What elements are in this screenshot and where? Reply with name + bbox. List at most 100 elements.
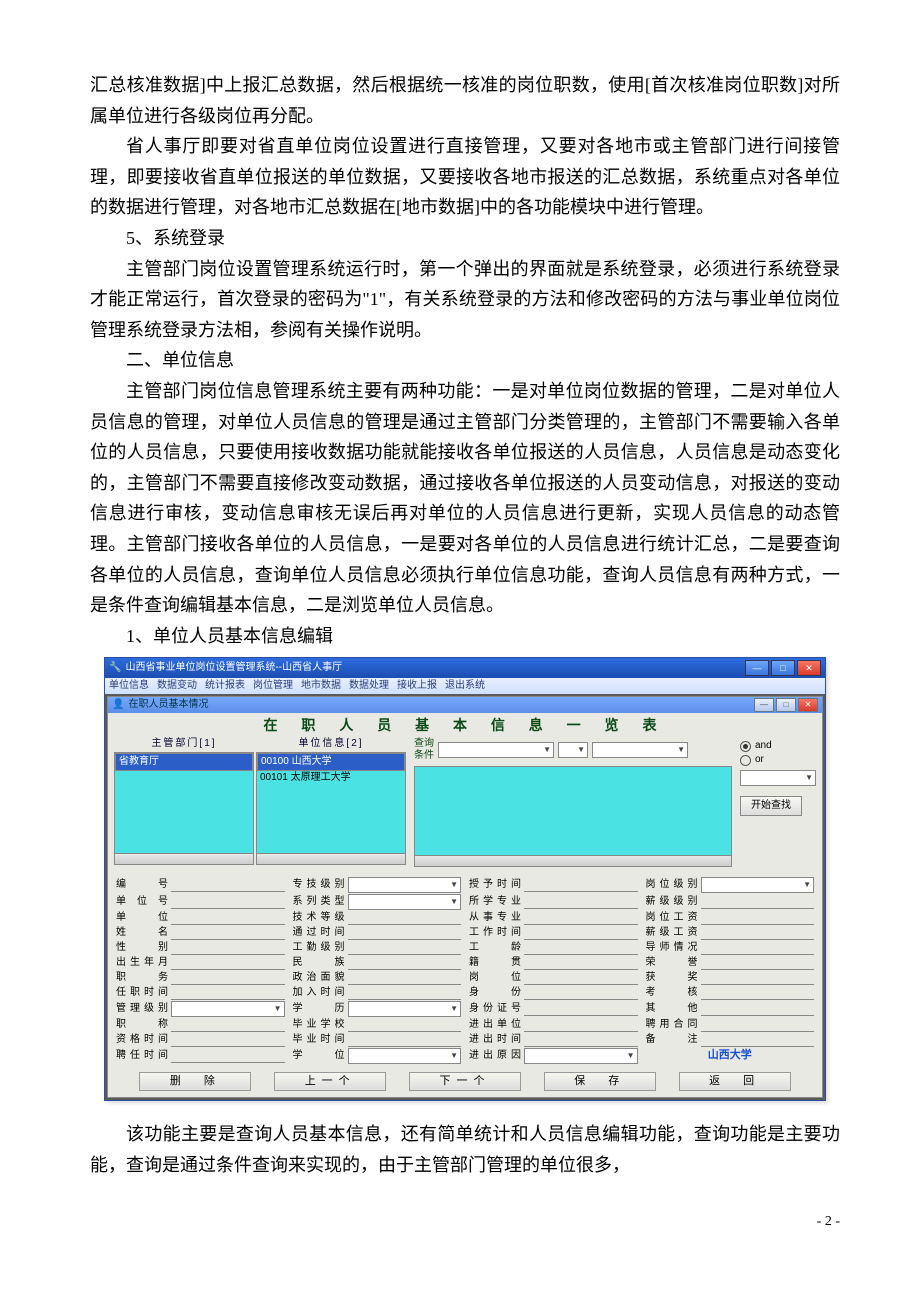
field-native[interactable] bbox=[524, 956, 638, 970]
lbl: 学 位 bbox=[293, 1050, 345, 1062]
combo-techlevel[interactable]: ▼ bbox=[348, 877, 462, 893]
child-maximize-button[interactable]: □ bbox=[776, 698, 796, 712]
field-inouttime[interactable] bbox=[524, 1033, 638, 1047]
lbl: 工 龄 bbox=[469, 942, 521, 954]
unit-listbox[interactable]: 00100 山西大学 00101 太原理工大学 bbox=[256, 752, 406, 854]
field-other[interactable] bbox=[701, 1002, 815, 1016]
field-qualifytime[interactable] bbox=[171, 1033, 285, 1047]
radio-and[interactable] bbox=[740, 741, 751, 752]
search-button[interactable]: 开始查找 bbox=[740, 796, 802, 816]
field-post[interactable] bbox=[524, 971, 638, 985]
form-zone: 编 号 专技级别▼ 授予时间 岗位级别▼ 单 位 号 系列类型▼ 所学专业 薪级… bbox=[108, 871, 822, 1068]
lbl: 工作时间 bbox=[469, 927, 521, 939]
query-field-select[interactable]: ▼ bbox=[438, 742, 554, 758]
field-dutytime[interactable] bbox=[171, 986, 285, 1000]
dept-item[interactable]: 省教育厅 bbox=[115, 753, 253, 771]
lbl: 身 份 bbox=[469, 987, 521, 999]
menu-unitinfo[interactable]: 单位信息 bbox=[109, 680, 149, 692]
prev-button[interactable]: 上一个 bbox=[274, 1072, 386, 1091]
extra-select[interactable]: ▼ bbox=[740, 770, 816, 786]
menu-dataproc[interactable]: 数据处理 bbox=[349, 680, 389, 692]
unit-item[interactable]: 00101 太原理工大学 bbox=[257, 771, 405, 785]
field-tutor[interactable] bbox=[701, 941, 815, 955]
titlebar[interactable]: 🔧 山西省事业单位岗位设置管理系统--山西省人事厅 ― □ ✕ bbox=[105, 658, 825, 678]
combo-edu[interactable]: ▼ bbox=[348, 1001, 462, 1017]
field-passtime[interactable] bbox=[348, 926, 462, 940]
field-gradschool[interactable] bbox=[348, 1018, 462, 1032]
field-id[interactable] bbox=[171, 878, 285, 892]
delete-button[interactable]: 删 除 bbox=[139, 1072, 251, 1091]
field-hiretime[interactable] bbox=[171, 1049, 285, 1063]
field-techgrade[interactable] bbox=[348, 911, 462, 925]
lbl: 性 别 bbox=[116, 942, 168, 954]
combo-degree[interactable]: ▼ bbox=[348, 1048, 462, 1064]
field-name[interactable] bbox=[171, 926, 285, 940]
result-listbox[interactable] bbox=[414, 766, 732, 856]
lbl: 薪级工资 bbox=[646, 927, 698, 939]
dept-listbox[interactable]: 省教育厅 bbox=[114, 752, 254, 854]
menu-receive[interactable]: 接收上报 bbox=[397, 680, 437, 692]
field-workerlevel[interactable] bbox=[348, 941, 462, 955]
field-jointime[interactable] bbox=[348, 986, 462, 1000]
lbl: 编 号 bbox=[116, 879, 168, 891]
query-value-select[interactable]: ▼ bbox=[592, 742, 688, 758]
menu-post[interactable]: 岗位管理 bbox=[253, 680, 293, 692]
lbl: 进出时间 bbox=[469, 1034, 521, 1046]
field-birth[interactable] bbox=[171, 956, 285, 970]
lbl: 其 他 bbox=[646, 1003, 698, 1015]
field-granttime[interactable] bbox=[524, 878, 638, 892]
menu-report[interactable]: 统计报表 bbox=[205, 680, 245, 692]
lbl: 岗位级别 bbox=[646, 879, 698, 891]
field-politics[interactable] bbox=[348, 971, 462, 985]
lbl: 单 位 bbox=[116, 912, 168, 924]
field-nation[interactable] bbox=[348, 956, 462, 970]
lbl: 职 称 bbox=[116, 1019, 168, 1031]
field-major[interactable] bbox=[524, 895, 638, 909]
field-honor[interactable] bbox=[701, 956, 815, 970]
child-minimize-button[interactable]: ― bbox=[754, 698, 774, 712]
field-identity[interactable] bbox=[524, 986, 638, 1000]
field-contract[interactable] bbox=[701, 1018, 815, 1032]
menu-exit[interactable]: 退出系统 bbox=[445, 680, 485, 692]
close-button[interactable]: ✕ bbox=[797, 660, 821, 676]
field-worktime[interactable] bbox=[524, 926, 638, 940]
heading-1-editbasic: 1、单位人员基本信息编辑 bbox=[90, 621, 840, 652]
maximize-button[interactable]: □ bbox=[771, 660, 795, 676]
unit-scrollbar[interactable] bbox=[256, 854, 406, 865]
result-scrollbar-h[interactable] bbox=[414, 856, 732, 867]
field-unit[interactable] bbox=[171, 911, 285, 925]
field-remark[interactable] bbox=[701, 1033, 815, 1047]
field-levelsalary[interactable] bbox=[701, 926, 815, 940]
field-postsalary[interactable] bbox=[701, 911, 815, 925]
child-close-button[interactable]: ✕ bbox=[798, 698, 818, 712]
next-button[interactable]: 下一个 bbox=[409, 1072, 521, 1091]
lbl: 荣 誉 bbox=[646, 957, 698, 969]
lbl: 授予时间 bbox=[469, 879, 521, 891]
combo-seriestype[interactable]: ▼ bbox=[348, 894, 462, 910]
field-award[interactable] bbox=[701, 971, 815, 985]
field-sex[interactable] bbox=[171, 941, 285, 955]
field-paylevel[interactable] bbox=[701, 895, 815, 909]
menu-datachange[interactable]: 数据变动 bbox=[157, 680, 197, 692]
dept-scrollbar[interactable] bbox=[114, 854, 254, 865]
field-engagemajor[interactable] bbox=[524, 911, 638, 925]
radio-or[interactable] bbox=[740, 755, 751, 766]
field-title[interactable] bbox=[171, 1018, 285, 1032]
field-inoutunit[interactable] bbox=[524, 1018, 638, 1032]
unit-item[interactable]: 00100 山西大学 bbox=[257, 753, 405, 771]
menu-citydata[interactable]: 地市数据 bbox=[301, 680, 341, 692]
combo-inoutreason[interactable]: ▼ bbox=[524, 1048, 638, 1064]
field-assess[interactable] bbox=[701, 986, 815, 1000]
minimize-button[interactable]: ― bbox=[745, 660, 769, 676]
field-gradtime[interactable] bbox=[348, 1033, 462, 1047]
child-titlebar[interactable]: 👤 在职人员基本情况 ― □ ✕ bbox=[108, 697, 822, 713]
back-button[interactable]: 返 回 bbox=[679, 1072, 791, 1091]
field-idcard[interactable] bbox=[524, 1002, 638, 1016]
combo-mgmtlevel[interactable]: ▼ bbox=[171, 1001, 285, 1017]
query-op-select[interactable]: ▼ bbox=[558, 742, 588, 758]
field-seniority[interactable] bbox=[524, 941, 638, 955]
combo-postlevel[interactable]: ▼ bbox=[701, 877, 815, 893]
field-unitid[interactable] bbox=[171, 895, 285, 909]
field-duty[interactable] bbox=[171, 971, 285, 985]
save-button[interactable]: 保 存 bbox=[544, 1072, 656, 1091]
